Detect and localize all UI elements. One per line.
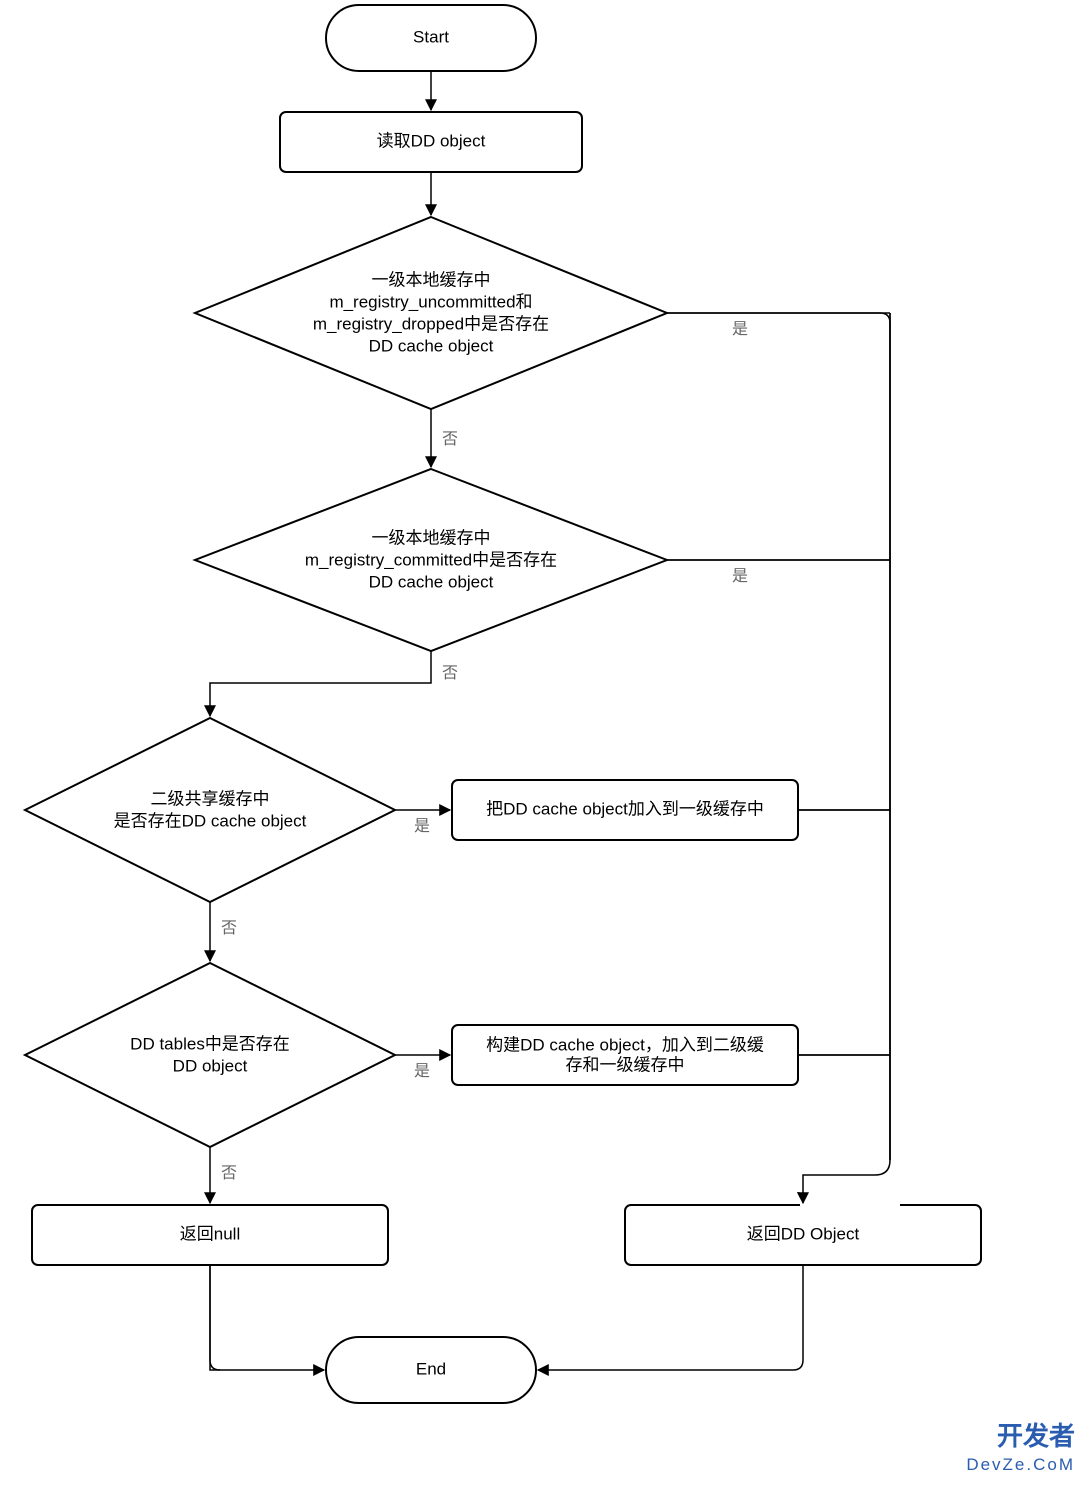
edge-null-end: [210, 1265, 324, 1370]
edge-d2-d3: [210, 651, 431, 716]
d4-no-label: 否: [221, 1165, 237, 1182]
d2-no-label: 否: [442, 665, 458, 682]
watermark-title: 开发者: [997, 1421, 1075, 1451]
d2-line2: m_registry_committed中是否存在: [305, 550, 557, 569]
d4-line1: DD tables中是否存在: [130, 1034, 290, 1053]
d3-line1: 二级共享缓存中: [151, 789, 270, 808]
decision-4: DD tables中是否存在 DD object: [25, 963, 395, 1147]
p2-line1: 构建DD cache object，加入到二级缓: [486, 1035, 764, 1054]
edge-right-bus-final: [803, 313, 890, 1203]
return-null-process: 返回null: [32, 1205, 388, 1265]
read-dd-process: 读取DD object: [280, 112, 582, 172]
d1-yes-label: 是: [732, 321, 748, 338]
edge-null-end-corner: [210, 1265, 220, 1370]
d3-yes-label: 是: [414, 818, 430, 835]
d2-line1: 一级本地缓存中: [372, 528, 491, 547]
process-p1: 把DD cache object加入到一级缓存中: [452, 780, 798, 840]
decision-2: 一级本地缓存中 m_registry_committed中是否存在 DD cac…: [195, 469, 667, 651]
d2-yes-label: 是: [732, 568, 748, 585]
return-obj-label: 返回DD Object: [747, 1224, 860, 1243]
return-null-label: 返回null: [180, 1224, 240, 1243]
return-obj-process: 返回DD Object: [625, 1205, 981, 1265]
d4-yes-label: 是: [414, 1063, 430, 1080]
end-terminator: End: [326, 1337, 536, 1403]
process-p2: 构建DD cache object，加入到二级缓 存和一级缓存中: [452, 1025, 798, 1085]
decision-1: 一级本地缓存中 m_registry_uncommitted和 m_regist…: [195, 217, 667, 409]
d3-no-label: 否: [221, 920, 237, 937]
start-label: Start: [413, 27, 449, 46]
d1-line2: m_registry_uncommitted和: [329, 292, 532, 311]
start-terminator: Start: [326, 5, 536, 71]
d3-line2: 是否存在DD cache object: [114, 811, 307, 830]
p2-line2: 存和一级缓存中: [566, 1055, 685, 1074]
d1-line1: 一级本地缓存中: [372, 270, 491, 289]
d1-line3: m_registry_dropped中是否存在: [313, 314, 549, 333]
watermark-sub: DevZe.CoM: [966, 1455, 1075, 1474]
d2-line3: DD cache object: [369, 572, 494, 591]
mask: [800, 1160, 900, 1210]
d1-line4: DD cache object: [369, 336, 494, 355]
edge-obj-end: [538, 1265, 803, 1370]
end-label: End: [416, 1359, 446, 1378]
p1-label: 把DD cache object加入到一级缓存中: [486, 799, 764, 818]
decision-3: 二级共享缓存中 是否存在DD cache object: [25, 718, 395, 902]
d4-line2: DD object: [173, 1056, 248, 1075]
read-dd-label: 读取DD object: [377, 131, 486, 150]
d1-no-label: 否: [442, 431, 458, 448]
